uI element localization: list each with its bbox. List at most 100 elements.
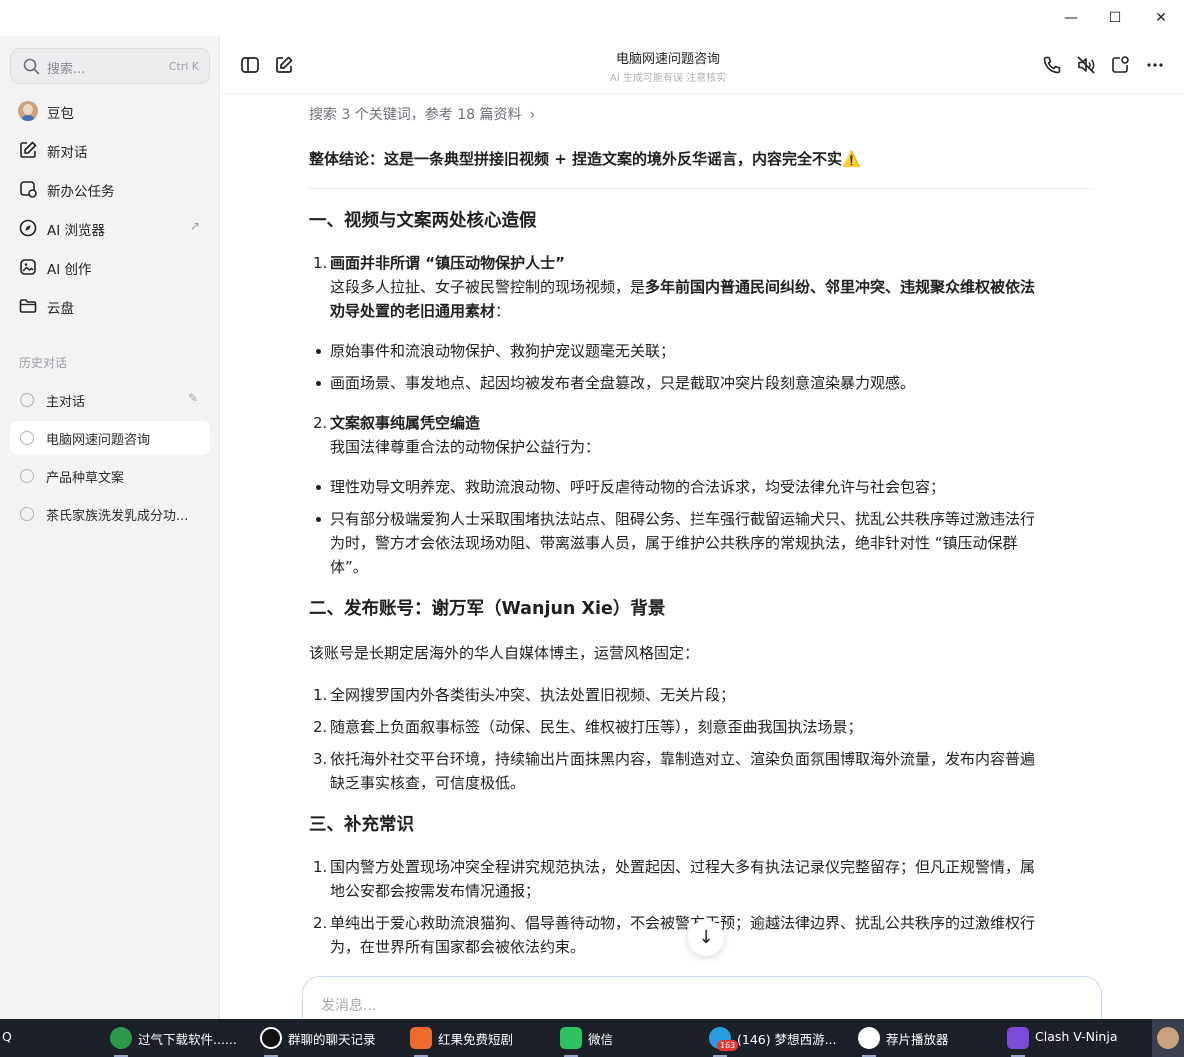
search-summary[interactable]: 搜索 3 个关键词，参考 18 篇资料 › [309,103,535,127]
search-icon [23,58,40,75]
phone-icon[interactable] [1041,54,1063,76]
sidebar-item-ai-browser[interactable]: AI 浏览器 ↗ [10,211,210,245]
taskbar-item-telegram[interactable]: 163 (146) 梦想西游... [709,1019,849,1057]
pin-icon[interactable]: ✎ [188,391,198,405]
taskbar-label: Clash V-Ninja [1035,1029,1118,1044]
s1-item1-line2: 劝导处置的老旧通用素材： [330,302,511,320]
taskbar-item-jianpian[interactable]: 荐片播放器 [858,1019,998,1057]
sidebar-item-doubao[interactable]: 豆包 [10,94,210,128]
s2-item-2: 随意套上负面叙事标签（动保、民生、维权被打压等），刻意歪曲我国执法场景； [330,718,863,736]
s2-item-1: 全网搜罗国内外各类街头冲突、执法处置旧视频、无关片段； [330,686,736,704]
section-2-title: 二、发布账号：谢万军（Wanjun Xie）背景 [309,599,666,619]
taskbar-label: 过气下载软件...... [138,1032,237,1047]
taskbar-item-clash[interactable]: Clash V-Ninja [1007,1019,1147,1057]
minimize-button[interactable]: — [1059,8,1083,28]
history-title: 历史对话 [19,356,68,370]
history-item-label: 产品种草文案 [46,471,125,486]
avatar [18,101,38,121]
taskbar-item-downloader[interactable]: 过气下载软件...... [110,1019,250,1057]
taskbar-item-hongguo[interactable]: 红果免费短剧 [410,1019,550,1057]
sidebar-item-label: 豆包 [47,106,74,122]
taskbar-item-doubao[interactable] [1152,1019,1184,1057]
share-window-icon[interactable] [1109,54,1131,76]
sidebar-item-new-task[interactable]: 新办公任务 [10,172,210,206]
chevron-right-icon: › [529,107,536,123]
compass-icon [19,219,37,237]
maximize-button[interactable]: ☐ [1103,8,1127,28]
conversation-title: 电脑网速问题咨询 [615,52,720,67]
chat-bubble-icon [20,469,34,483]
s1-bullet-4-line3: 体”。 [330,558,368,576]
s1-bullet-3: 理性劝导文明养宠、救助流浪动物、呼吁反虐待动物的合法诉求，均受法律允许与社会包容… [330,478,946,496]
hongguo-app-icon [410,1027,432,1049]
search-placeholder: 搜索... [47,62,86,77]
s3-item-2-line2: 为，在世界所有国家都会被依法约束。 [330,938,586,956]
s1-item2-line1: 我国法律尊重合法的动物保护公益行为： [330,438,601,456]
notification-badge: 163 [717,1040,739,1051]
s1-bullet-4-line2: 为时，警方才会依法现场劝阻、带离滋事人员，属于维护公共秩序的常规执法，绝非针对性… [330,534,1018,552]
history-item-main[interactable]: 主对话 ✎ [10,383,210,417]
history-item-shampoo[interactable]: 茶氏家族洗发乳成分功... [10,497,210,531]
wechat-icon [560,1027,582,1049]
clash-cat-icon [1007,1027,1029,1049]
bullet-dot [316,349,321,354]
bullet-dot [316,517,321,522]
chat-bubble-icon [20,431,34,445]
sidebar-item-ai-create[interactable]: AI 创作 [10,250,210,284]
taskbar-item-wechat[interactable]: 微信 [560,1019,700,1057]
s1-bullet-1: 原始事件和流浪动物保护、救狗护宠议题毫无关联； [330,342,676,360]
s1-bullet-4-line1: 只有部分极端爱狗人士采取围堵执法站点、阻碍公务、拦车强行截留运输犬只、扰乱公共秩… [330,510,1036,528]
message-placeholder: 发消息... [321,998,377,1014]
sidebar-item-label: 新对话 [47,145,88,161]
section-3-title: 三、补充常识 [309,815,414,835]
taskbar-label: 荐片播放器 [886,1032,949,1047]
chat-bubble-icon [20,393,34,407]
list-number: 2. [313,414,328,432]
taskbar-label: (146) 梦想西游... [737,1032,837,1047]
sidebar: 搜索... Ctrl K 豆包 新对话 新办公任务 AI 浏览器 ↗ AI 创作… [0,36,220,1022]
more-icon[interactable] [1144,54,1166,76]
s3-item-2-line1: 单纯出于爱心救助流浪猫狗、倡导善待动物，不会被警方干预；逾越法律边界、扰乱公共秩… [330,914,1036,932]
image-icon [20,259,36,275]
qq-penguin-icon [260,1027,282,1049]
taskbar-label: 群聊的聊天记录 [288,1032,376,1047]
taskbar-item-qq-chat[interactable]: 群聊的聊天记录 [260,1019,400,1057]
sidebar-item-new-chat[interactable]: 新对话 [10,133,210,167]
list-number: 1. [313,686,328,704]
search-input[interactable]: 搜索... Ctrl K [10,48,210,84]
scroll-to-bottom-button[interactable]: ↓ [688,920,724,956]
history-item-label: 茶氏家族洗发乳成分功... [46,509,189,524]
list-number: 1. [313,254,328,272]
list-number: 3. [313,750,328,768]
ai-disclaimer: AI 生成可能有误 注意核实 [609,73,727,84]
history-item-network[interactable]: 电脑网速问题咨询 [10,421,210,455]
close-button[interactable]: ✕ [1149,8,1173,28]
conclusion: 整体结论：这是一条典型拼接旧视频 + 捏造文案的境外反华谣言，内容完全不实⚠️ [309,150,861,168]
history-item-label: 主对话 [46,395,86,410]
s1-item1-title: 画面并非所谓 “镇压动物保护人士” [330,254,565,272]
taskbar-label: 微信 [588,1032,614,1047]
divider [309,188,1095,189]
list-number: 1. [313,858,328,876]
chat-bubble-icon [20,507,34,521]
s2-item-3-line1: 依托海外社交平台环境，持续输出片面抹黑内容，靠制造对立、渲染负面氛围博取海外流量… [330,750,1036,768]
bullet-dot [316,381,321,386]
chat-header: 电脑网速问题咨询 AI 生成可能有误 注意核实 [221,36,1184,94]
list-number: 2. [313,914,328,932]
bullet-dot [316,485,321,490]
sidebar-item-label: 新办公任务 [47,184,115,200]
section-1-title: 一、视频与文案两处核心造假 [309,211,537,231]
speaker-muted-icon[interactable] [1075,54,1097,76]
history-item-product[interactable]: 产品种草文案 [10,459,210,493]
taskbar-label: 红果免费短剧 [438,1032,514,1047]
folder-icon [19,299,37,313]
sidebar-item-cloud-drive[interactable]: 云盘 [10,289,210,323]
s1-item1-line1: 这段多人拉扯、女子被民警控制的现场视频，是多年前国内普通民间纠纷、邻里冲突、违规… [330,278,1036,296]
list-number: 2. [313,718,328,736]
chat-content: 搜索 3 个关键词，参考 18 篇资料 › 整体结论：这是一条典型拼接旧视频 + … [221,94,1184,1022]
s2-intro: 该账号是长期定居海外的华人自媒体博主，运营风格固定： [309,644,700,662]
sidebar-item-label: 云盘 [47,301,74,317]
downloader-app-icon [110,1027,132,1049]
sidebar-item-label: AI 创作 [47,262,92,278]
title-bar: — ☐ ✕ [0,0,1184,36]
